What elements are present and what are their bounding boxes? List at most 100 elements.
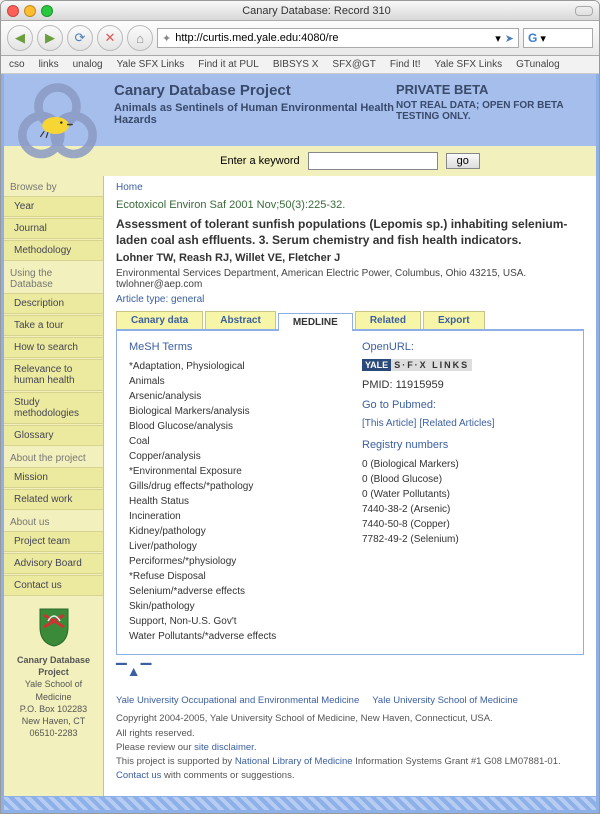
back-button[interactable]: ◀ xyxy=(7,25,33,51)
registry-item: 0 (Blood Glucose) xyxy=(362,472,571,487)
registry-item: 0 (Biological Markers) xyxy=(362,457,571,472)
browser-search[interactable]: G ▾ xyxy=(523,28,593,48)
window-title: Canary Database: Record 310 xyxy=(58,5,575,17)
sidebar-item[interactable]: How to search xyxy=(4,337,103,358)
sidebar-group-label: Using the Database xyxy=(4,262,103,293)
article-type: Article type: general xyxy=(116,294,584,305)
sidebar-item[interactable]: Glossary xyxy=(4,425,103,446)
minimize-icon[interactable] xyxy=(24,5,36,17)
sidebar-item[interactable]: Project team xyxy=(4,531,103,552)
authors: Lohner TW, Reash RJ, Willet VE, Fletcher… xyxy=(116,252,584,264)
sidebar-item[interactable]: Journal xyxy=(4,218,103,239)
url-bar[interactable]: ✦ http://curtis.med.yale.edu:4080/re ▾ ➤ xyxy=(157,28,519,48)
registry-item: 7440-50-8 (Copper) xyxy=(362,517,571,532)
mesh-term: Gills/drug effects/*pathology xyxy=(129,479,338,494)
mesh-heading: MeSH Terms xyxy=(129,341,338,353)
back-to-top-icon[interactable]: ▔▲▔ xyxy=(116,663,584,680)
mesh-term: Copper/analysis xyxy=(129,449,338,464)
mesh-term: Health Status xyxy=(129,494,338,509)
bookmark-item[interactable]: Find it at PUL xyxy=(198,59,259,70)
contact-us-link[interactable]: Contact us xyxy=(116,770,161,781)
bookmark-item[interactable]: GTunalog xyxy=(516,59,560,70)
affiliation: Environmental Services Department, Ameri… xyxy=(116,268,584,290)
tab-export[interactable]: Export xyxy=(423,311,485,329)
sidebar-item[interactable]: Year xyxy=(4,196,103,217)
sidebar-item[interactable]: Methodology xyxy=(4,240,103,261)
bookmark-item[interactable]: Yale SFX Links xyxy=(117,59,185,70)
mesh-term: Incineration xyxy=(129,509,338,524)
stop-button[interactable]: ✕ xyxy=(97,25,123,51)
sidebar-item[interactable]: Advisory Board xyxy=(4,553,103,574)
site-disclaimer-link[interactable]: site disclaimer xyxy=(194,742,254,753)
close-icon[interactable] xyxy=(7,5,19,17)
bookmark-item[interactable]: Find It! xyxy=(390,59,421,70)
tab-abstract[interactable]: Abstract xyxy=(205,311,276,329)
tab-canary-data[interactable]: Canary data xyxy=(116,311,203,329)
google-icon: G xyxy=(528,31,537,45)
org-info: Canary Database Project Yale School of M… xyxy=(4,597,103,749)
article-title: Assessment of tolerant sunfish populatio… xyxy=(116,217,584,248)
search-dropdown-icon[interactable]: ▾ xyxy=(540,32,546,45)
bookmark-item[interactable]: BIBSYS X xyxy=(273,59,319,70)
tab-content-medline: MeSH Terms *Adaptation, PhysiologicalAni… xyxy=(116,331,584,655)
go-icon[interactable]: ➤ xyxy=(505,32,514,45)
dropdown-icon[interactable]: ▾ xyxy=(495,32,501,45)
site-header: Canary Database Project Animals as Senti… xyxy=(4,74,596,146)
toolbar-toggle-icon[interactable] xyxy=(575,6,593,16)
site-subtitle: Animals as Sentinels of Human Environmen… xyxy=(114,102,396,126)
mesh-term: *Adaptation, Physiological xyxy=(129,359,338,374)
openurl-badge[interactable]: YALES·F·X LINKS xyxy=(362,359,571,371)
citation: Ecotoxicol Environ Saf 2001 Nov;50(3):22… xyxy=(116,199,584,211)
sidebar-item[interactable]: Contact us xyxy=(4,575,103,596)
tab-related[interactable]: Related xyxy=(355,311,421,329)
beta-label: PRIVATE BETA xyxy=(396,82,586,97)
sidebar-group-label: About us xyxy=(4,511,103,531)
mesh-term: *Refuse Disposal xyxy=(129,569,338,584)
mesh-term: Biological Markers/analysis xyxy=(129,404,338,419)
bookmark-item[interactable]: links xyxy=(39,59,59,70)
site-title: Canary Database Project xyxy=(114,82,396,99)
sidebar-group-label: Browse by xyxy=(4,176,103,196)
zoom-icon[interactable] xyxy=(41,5,53,17)
home-button[interactable]: ⌂ xyxy=(127,25,153,51)
sidebar-group-label: About the project xyxy=(4,447,103,467)
pubmed-related[interactable]: [Related Articles] xyxy=(420,418,495,429)
registry-heading: Registry numbers xyxy=(362,439,571,451)
mesh-term: Kidney/pathology xyxy=(129,524,338,539)
bookmark-item[interactable]: Yale SFX Links xyxy=(434,59,502,70)
tab-medline[interactable]: MEDLINE xyxy=(278,313,353,331)
nlm-link[interactable]: National Library of Medicine xyxy=(235,756,353,767)
shield-icon xyxy=(38,607,70,647)
keyword-label: Enter a keyword xyxy=(220,155,299,167)
registry-item: 7782-49-2 (Selenium) xyxy=(362,532,571,547)
footer: Yale University Occupational and Environ… xyxy=(116,694,584,784)
sidebar-item[interactable]: Study methodologies xyxy=(4,392,103,424)
keyword-input[interactable] xyxy=(308,152,438,170)
horizontal-scrollbar[interactable] xyxy=(4,796,596,810)
pmid-value: 11915959 xyxy=(396,379,444,391)
biohazard-logo xyxy=(10,78,105,173)
sidebar-item[interactable]: Related work xyxy=(4,489,103,510)
mesh-term: Coal xyxy=(129,434,338,449)
mesh-term: Perciformes/*physiology xyxy=(129,554,338,569)
bookmark-item[interactable]: SFX@GT xyxy=(332,59,376,70)
bookmark-item[interactable]: cso xyxy=(9,59,25,70)
bookmark-item[interactable]: unalog xyxy=(73,59,103,70)
beta-sub: NOT REAL DATA; OPEN FOR BETA TESTING ONL… xyxy=(396,100,586,122)
go-button[interactable]: go xyxy=(446,153,480,169)
forward-button[interactable]: ▶ xyxy=(37,25,63,51)
bookmarks-bar: cso links unalog Yale SFX Links Find it at P… xyxy=(1,56,599,74)
sidebar-item[interactable]: Mission xyxy=(4,467,103,488)
reload-button[interactable]: ⟳ xyxy=(67,25,93,51)
mesh-term: Arsenic/analysis xyxy=(129,389,338,404)
sidebar-item[interactable]: Take a tour xyxy=(4,315,103,336)
footer-link-occmed[interactable]: Yale University Occupational and Environ… xyxy=(116,695,359,706)
footer-link-ysm[interactable]: Yale University School of Medicine xyxy=(372,695,518,706)
goto-pubmed: Go to Pubmed: xyxy=(362,399,571,411)
mesh-term: Support, Non-U.S. Gov't xyxy=(129,614,338,629)
pubmed-this-article[interactable]: [This Article] xyxy=(362,418,416,429)
sidebar-item[interactable]: Description xyxy=(4,293,103,314)
sidebar: Browse byYearJournalMethodologyUsing the… xyxy=(4,176,104,796)
breadcrumb[interactable]: Home xyxy=(116,182,584,193)
sidebar-item[interactable]: Relevance to human health xyxy=(4,359,103,391)
